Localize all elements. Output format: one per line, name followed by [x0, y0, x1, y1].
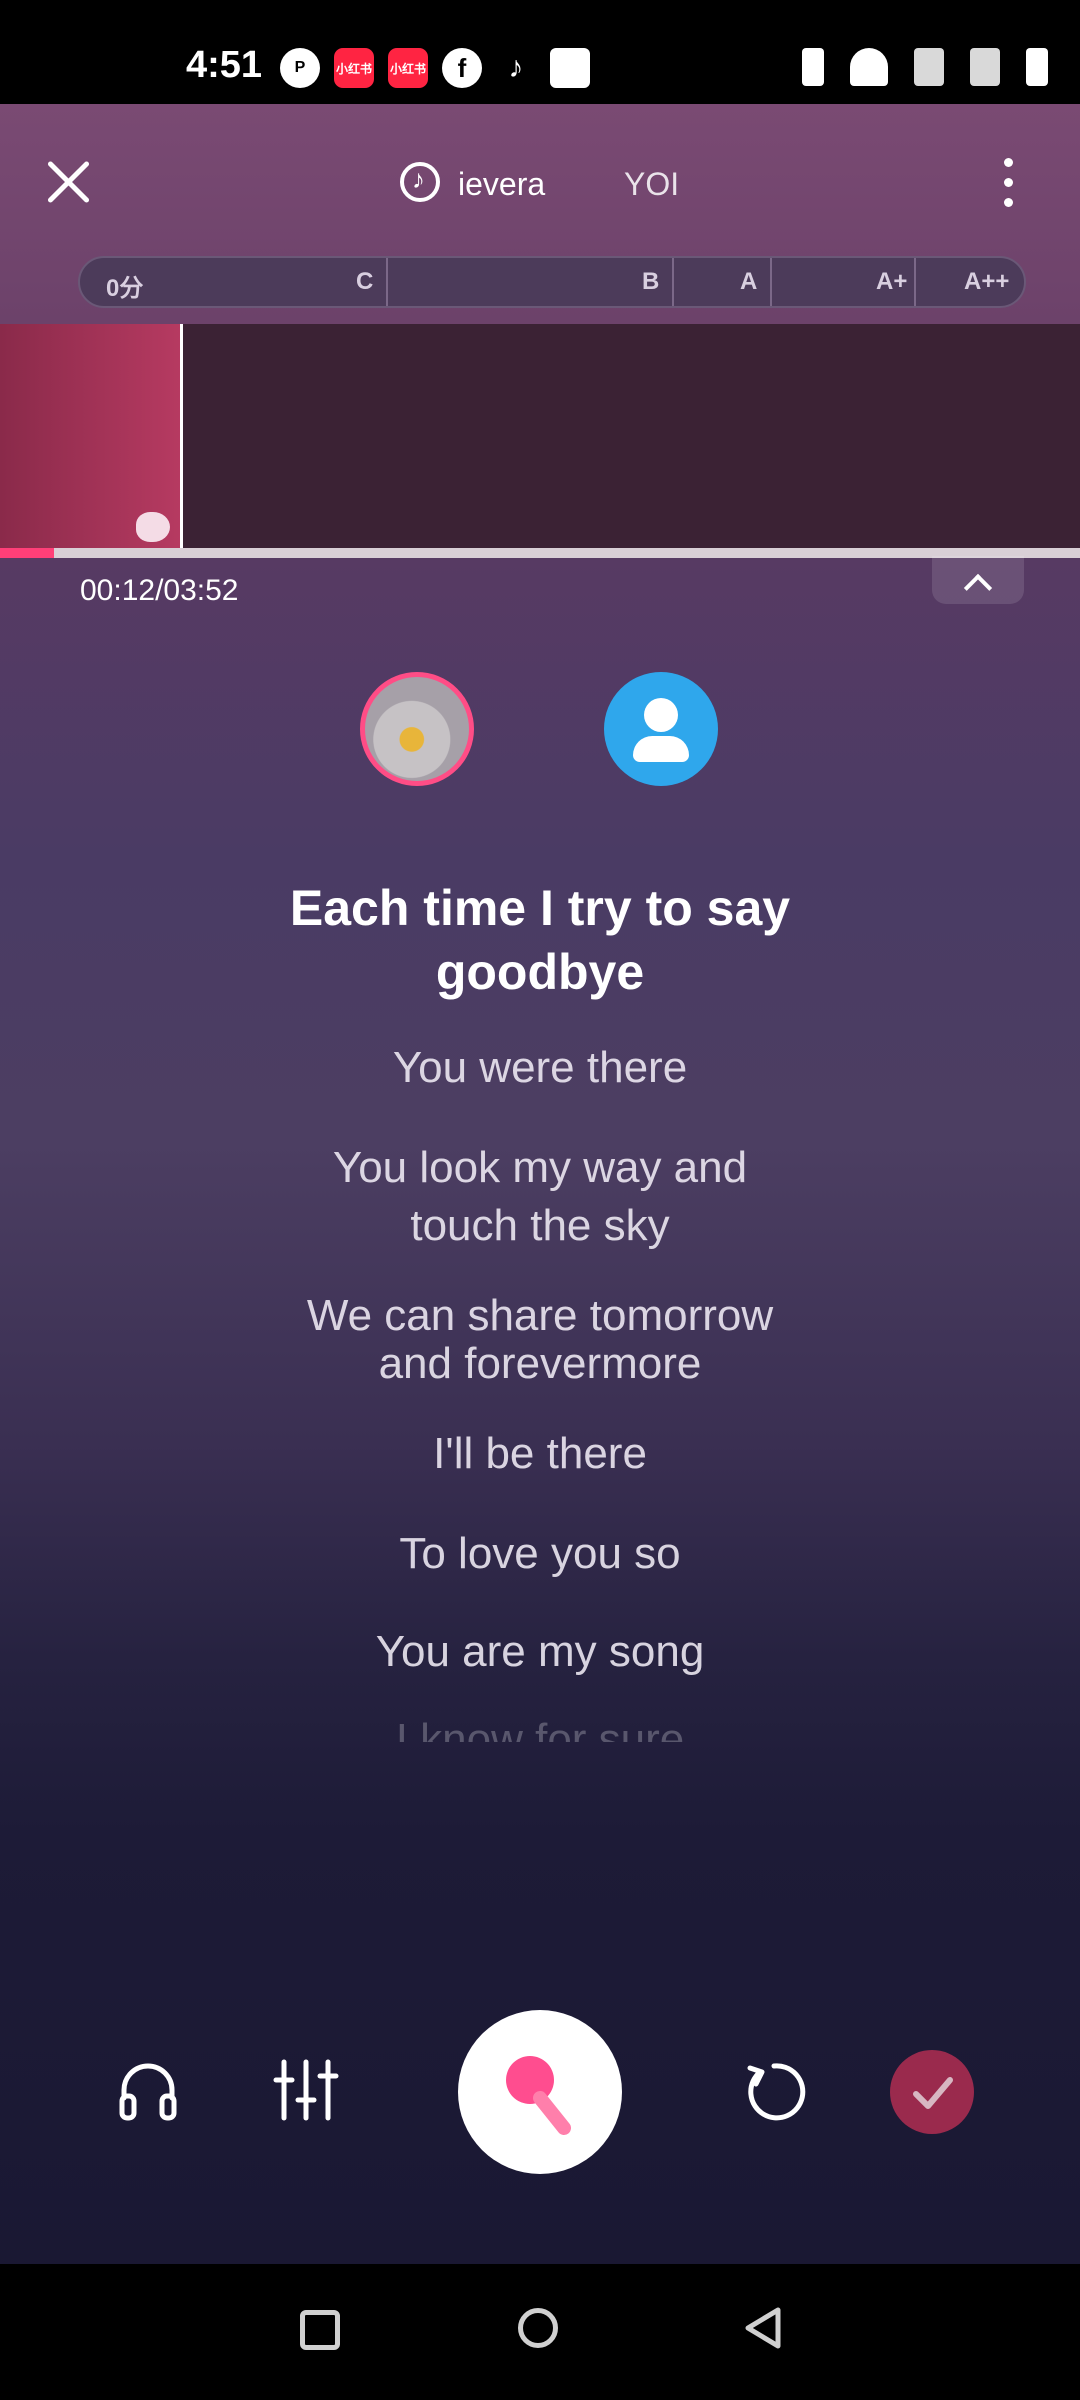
avatar[interactable]: [360, 672, 474, 786]
headphone-button[interactable]: [116, 2058, 180, 2122]
wifi-icon: [850, 48, 888, 86]
grade-divider: [672, 258, 674, 306]
done-button[interactable]: [890, 2050, 974, 2134]
status-bar: 4:51 P 小红书 小红书 f ♪: [0, 0, 1080, 104]
grade-a-plus-plus: A++: [964, 268, 1010, 295]
lyric-line: To love you so: [399, 1529, 681, 1578]
status-app-icons: P 小红书 小红书 f ♪: [280, 48, 590, 88]
p-icon: P: [280, 48, 320, 88]
headphone-icon: [119, 2063, 177, 2121]
lyric-line: We can share tomorrow: [306, 1291, 774, 1340]
message-icon: [550, 48, 590, 88]
xiaohongshu-icon: 小红书: [334, 48, 374, 88]
lyric-line: You look my way and: [332, 1143, 748, 1192]
back-button[interactable]: [738, 2304, 786, 2357]
avatar-placeholder[interactable]: [604, 672, 718, 786]
progress-track[interactable]: [0, 548, 1080, 558]
xhs-label: 小红书: [335, 61, 372, 76]
back-icon: [745, 2307, 781, 2349]
signal-icon: [914, 48, 944, 86]
playback-time: 00:12/03:52: [80, 574, 239, 607]
song-title-secondary[interactable]: YOI: [624, 166, 679, 203]
grade-a-plus: A+: [876, 268, 908, 295]
xhs-label: 小红书: [389, 61, 426, 76]
grade-divider: [770, 258, 772, 306]
progress-fill: [0, 548, 54, 558]
retry-icon: [747, 2063, 806, 2121]
mixer-button[interactable]: [272, 2058, 340, 2122]
more-options-button[interactable]: [1000, 156, 1016, 210]
lyric-line: You are my song: [375, 1627, 705, 1676]
lyric-line: I'll be there: [433, 1429, 647, 1478]
close-button[interactable]: [44, 158, 92, 206]
signal-icon: [970, 48, 1000, 86]
lyric-line: touch the sky: [410, 1201, 670, 1250]
grade-divider: [386, 258, 388, 306]
recent-apps-button[interactable]: [300, 2310, 340, 2350]
battery-icon: [1026, 48, 1048, 86]
user-icon: [644, 698, 678, 732]
lyric-line: You were there: [392, 1043, 688, 1092]
status-time: 4:51: [186, 44, 263, 86]
lyric-line: and forevermore: [378, 1339, 702, 1388]
dot: [1004, 158, 1013, 167]
song-title[interactable]: ievera: [458, 166, 545, 203]
collapse-button[interactable]: [932, 556, 1024, 604]
grade-b: B: [642, 268, 660, 295]
xiaohongshu-icon: 小红书: [388, 48, 428, 88]
status-system-icons: [802, 48, 1048, 86]
dot: [1004, 198, 1013, 207]
grade-a: A: [740, 268, 758, 295]
user-icon-body: [633, 736, 689, 762]
home-button[interactable]: [518, 2308, 558, 2348]
vibrate-icon: [802, 48, 824, 86]
grade-c: C: [356, 268, 374, 295]
check-icon: [913, 2077, 953, 2109]
mixer-icon: [273, 2059, 339, 2121]
retry-button[interactable]: [740, 2058, 808, 2126]
lyric-line-partial: I know for sure: [395, 1716, 685, 1742]
tiktok-icon: ♪: [508, 51, 524, 84]
pitch-cursor-line: [180, 324, 183, 550]
current-lyric-line-1: Each time I try to say: [289, 880, 791, 936]
facebook-icon: f: [442, 48, 482, 88]
dot: [1004, 178, 1013, 187]
current-lyric-line-2: goodbye: [435, 944, 645, 1000]
microphone-icon: [506, 2056, 571, 2135]
score-value: 0分: [106, 275, 144, 302]
pitch-marker: [136, 512, 170, 542]
record-button[interactable]: [458, 2010, 622, 2174]
grade-divider: [914, 258, 916, 306]
music-disc-icon[interactable]: [400, 162, 440, 202]
